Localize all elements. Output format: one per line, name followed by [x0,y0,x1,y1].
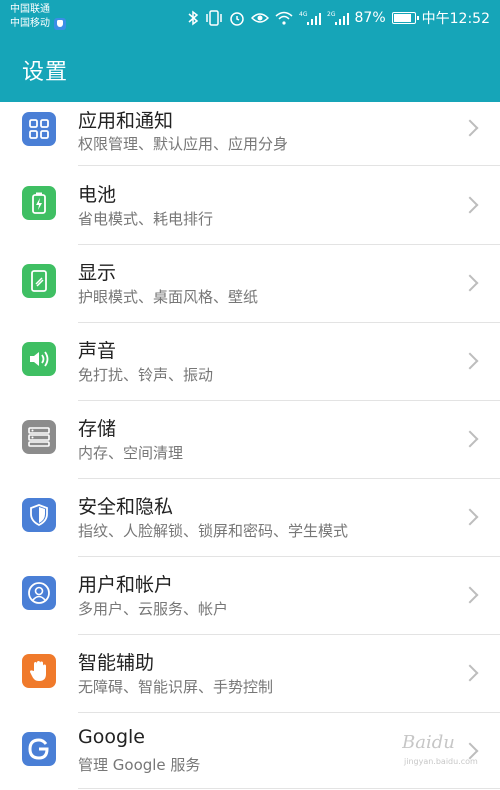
settings-item-smart-assistance[interactable]: 智能辅助 无障碍、智能识屏、手势控制 [0,634,500,713]
item-subtitle: 权限管理、默认应用、应用分身 [78,135,289,153]
google-icon [22,732,56,766]
status-bar: 中国联通 中国移动 4G 2G 87% 中午12:52 [0,0,500,36]
display-icon [22,264,56,298]
svg-text:2G: 2G [327,11,336,18]
settings-item-battery[interactable]: 电池 省电模式、耗电排行 [0,166,500,245]
app-bar: 设置 [0,36,500,102]
item-title: 智能辅助 [78,652,155,674]
signal-2g-icon: 2G [327,10,349,26]
item-subtitle: 免打扰、铃声、振动 [78,366,214,384]
eye-comfort-icon [250,11,269,25]
alarm-icon [229,10,245,26]
chevron-right-icon [461,352,479,370]
battery-status-icon [391,12,419,24]
clock: 中午12:52 [421,11,490,27]
battery-percent: 87% [354,10,386,26]
hand-icon [22,654,56,688]
carrier-1-label: 中国联通 [10,4,50,15]
item-subtitle: 无障碍、智能识屏、手势控制 [78,678,274,696]
page-title: 设置 [22,60,69,85]
vibrate-icon [205,10,223,26]
settings-item-display[interactable]: 显示 护眼模式、桌面风格、壁纸 [0,244,500,323]
settings-item-sound[interactable]: 声音 免打扰、铃声、振动 [0,322,500,401]
baidu-watermark: Baidu jingyan.baidu.com [401,726,492,770]
item-title: 安全和隐私 [78,496,174,518]
item-title: 电池 [78,184,117,206]
item-title: 显示 [78,262,117,284]
settings-item-storage[interactable]: 存储 内存、空间清理 [0,400,500,479]
divider [78,788,500,789]
item-subtitle: 多用户、云服务、帐户 [78,600,229,618]
item-title: Google [78,726,146,748]
chevron-right-icon [461,274,479,292]
item-subtitle: 省电模式、耗电排行 [78,210,214,228]
chevron-right-icon [461,196,479,214]
baidu-paw-icon: Baidu jingyan.baidu.com [401,732,478,766]
storage-icon [22,420,56,454]
watermark-url: jingyan.baidu.com [403,757,478,766]
item-subtitle: 内存、空间清理 [78,444,184,462]
status-icons: 4G 2G 87% 中午12:52 [187,8,490,28]
item-subtitle: 护眼模式、桌面风格、壁纸 [78,288,259,306]
item-title: 应用和通知 [78,110,174,132]
apps-grid-icon [22,112,56,146]
item-subtitle: 管理 Google 服务 [78,756,201,774]
bluetooth-icon [187,10,199,26]
svg-text:4G: 4G [299,11,308,18]
security-shield-icon [54,18,66,30]
chevron-right-icon [461,664,479,682]
item-title: 声音 [78,340,117,362]
user-icon [22,576,56,610]
chevron-right-icon [461,586,479,604]
chevron-right-icon [461,508,479,526]
chevron-right-icon [461,430,479,448]
shield-icon [22,498,56,532]
wifi-icon [275,11,293,25]
settings-item-security-privacy[interactable]: 安全和隐私 指纹、人脸解锁、锁屏和密码、学生模式 [0,478,500,557]
carrier-info: 中国联通 中国移动 [10,3,66,31]
item-title: 存储 [78,418,117,440]
item-subtitle: 指纹、人脸解锁、锁屏和密码、学生模式 [78,522,349,540]
settings-item-users-accounts[interactable]: 用户和帐户 多用户、云服务、帐户 [0,556,500,635]
watermark-brand: Baidu [402,732,455,753]
item-title: 用户和帐户 [78,574,174,596]
battery-fill [393,14,411,22]
signal-4g-icon: 4G [299,10,321,26]
battery-icon [22,186,56,220]
carrier-2-label: 中国移动 [10,18,50,29]
chevron-right-icon [461,119,479,137]
speaker-icon [22,342,56,376]
